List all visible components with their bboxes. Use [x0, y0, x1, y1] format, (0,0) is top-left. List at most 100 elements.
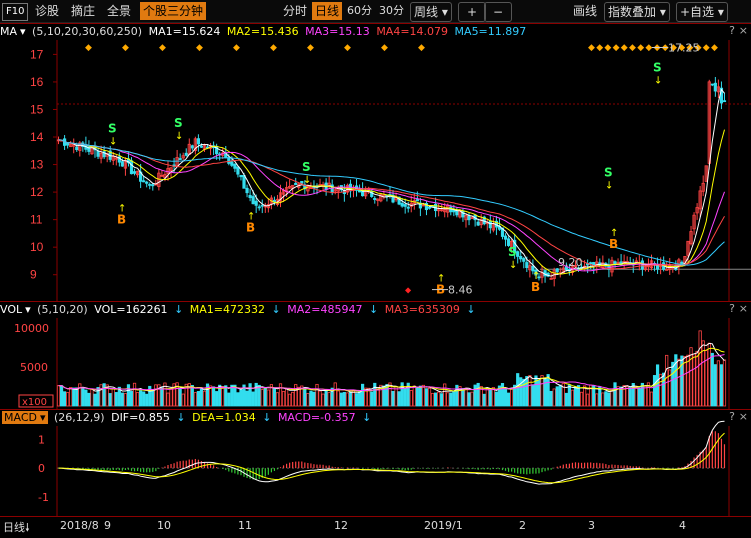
ma-indicator-dropdown[interactable]: MA ▾: [0, 25, 26, 38]
zoom-out-button[interactable]: −: [484, 2, 512, 22]
candle: [503, 235, 508, 240]
signal-marker: ◆: [122, 43, 129, 53]
volume-bar: [528, 375, 532, 407]
volume-bar: [260, 389, 264, 407]
macd-indicator-dropdown[interactable]: MACD ▾: [2, 411, 48, 424]
help-icon[interactable]: ?: [729, 24, 735, 37]
candle: [516, 251, 520, 257]
candle: [142, 180, 146, 183]
volume-bar: [126, 384, 131, 407]
volume-bar: [294, 384, 298, 407]
volume-bar: [99, 384, 103, 407]
volume-bar: [671, 361, 675, 407]
candle: [233, 163, 237, 169]
help-icon[interactable]: ?: [729, 302, 735, 315]
signal-marker: ◆: [629, 43, 636, 53]
volume-bar: [309, 390, 313, 407]
volume-bar: [467, 392, 471, 407]
signal-marker: ◆: [645, 43, 652, 53]
sell-signal-label: S: [508, 245, 517, 259]
close-icon[interactable]: ×: [739, 410, 748, 423]
zoom-in-button[interactable]: +: [458, 2, 486, 22]
volume-bar: [291, 391, 295, 407]
x-label: 10: [157, 519, 171, 532]
volume-bar: [230, 384, 234, 407]
tab-three-minute[interactable]: 个股三分钟: [140, 2, 207, 20]
f10-button[interactable]: F10: [2, 3, 29, 21]
volume-chart[interactable]: 10000 5000 x100: [0, 302, 751, 409]
arrow-down-icon: ↓: [466, 303, 476, 316]
volume-bar: [227, 392, 231, 407]
volume-bar: [628, 387, 632, 407]
volume-bar: [81, 388, 85, 407]
volume-bar: [257, 384, 261, 407]
volume-bar: [476, 382, 480, 407]
low-price-label: 8.46: [448, 284, 473, 297]
volume-bar: [63, 391, 67, 407]
candle: [713, 82, 717, 92]
price-panel[interactable]: 17 16 15 14 13 12 11 10 9 ◆ ◆ ◆ ◆ ◆ ◆ ◆ ◆ ◆ ◆ ◆ ◆ ◆ ◆ ◆ ◆ ◆ ◆ ◆ ◆ ◆ ◆ ◆…: [0, 23, 751, 301]
candlestick-chart[interactable]: 17161514131211109◆ ◆ ◆ ◆ ◆ ◆ ◆ ◆ ◆ ◆ ◆ ◆ ◆ ◆ ◆ ◆ ◆ ◆ ◆ ◆ ◆ ◆ ◆…: [0, 24, 751, 301]
index-overlay-dropdown[interactable]: 指数叠加 ▾: [604, 2, 670, 22]
volume-bar: [549, 390, 553, 407]
candle: [400, 202, 404, 207]
candle: [96, 150, 100, 157]
period-30min[interactable]: 30分: [376, 2, 407, 20]
vol-indicator-dropdown[interactable]: VOL ▾: [0, 303, 31, 316]
candle: [75, 146, 79, 151]
volume-bar: [424, 388, 429, 407]
tab-zhengu[interactable]: 诊股: [32, 2, 62, 20]
period-selector[interactable]: 日线🠗: [3, 519, 30, 538]
x-label: 12: [334, 519, 348, 532]
volume-bar: [284, 388, 289, 407]
draw-line-button[interactable]: 画线: [570, 2, 600, 20]
self-select-dropdown[interactable]: +自选 ▾: [676, 2, 728, 22]
volume-bar: [72, 387, 76, 407]
period-60min[interactable]: 60分: [344, 2, 375, 20]
help-icon[interactable]: ?: [729, 410, 735, 423]
volume-bar: [601, 392, 605, 407]
volume-bar: [665, 354, 669, 407]
volume-bar: [494, 391, 499, 407]
volume-bar: [120, 392, 124, 407]
volume-bar: [552, 388, 556, 407]
ma4-line: [58, 139, 725, 270]
volume-bar: [111, 388, 115, 407]
volume-bar: [692, 353, 696, 407]
volume-bar: [275, 392, 280, 407]
y-tick-label: 9: [30, 268, 37, 282]
buy-signal-label: B: [609, 237, 618, 251]
period-daily[interactable]: 日线: [312, 2, 343, 20]
price-level-label: 9.20: [558, 256, 583, 269]
volume-bar: [719, 364, 724, 407]
volume-bar: [446, 392, 450, 407]
macd-panel[interactable]: 1 0 -1 MACD ▾ (26,12,9) DIF=0.855 ↓ DEA=1.0…: [0, 409, 751, 516]
candle: [260, 204, 264, 207]
buy-signal-label: B: [117, 212, 126, 226]
period-week-dropdown[interactable]: 周线 ▾: [410, 2, 452, 22]
arrow-down-icon: ↓: [271, 303, 281, 316]
ma1-line: [58, 88, 725, 277]
candle: [722, 100, 727, 103]
close-icon[interactable]: ×: [739, 302, 748, 315]
close-icon[interactable]: ×: [739, 24, 748, 37]
ma1-value: MA1=15.624: [148, 25, 221, 38]
volume-bar: [327, 392, 331, 407]
volume-bar: [531, 384, 535, 407]
volume-bar: [129, 391, 134, 407]
x-label: 2019/1: [424, 519, 463, 532]
volume-bar: [318, 390, 322, 407]
ma-legend: MA ▾ (5,10,20,30,60,250) MA1=15.624 MA2=1…: [0, 24, 751, 40]
chevron-down-icon: ▾: [438, 5, 448, 19]
arrow-down-icon: ↓: [109, 136, 117, 147]
volume-bar: [595, 393, 599, 407]
candle: [129, 160, 134, 175]
volume-bar: [90, 388, 94, 407]
arrow-down-icon: ↓: [303, 175, 311, 186]
period-fenshi[interactable]: 分时: [280, 2, 310, 20]
volume-panel[interactable]: 10000 5000 x100 VOL ▾ (5,10,20) VOL=162261 …: [0, 301, 751, 409]
tab-quanjing[interactable]: 全景: [104, 2, 134, 20]
ma2-value: MA2=15.436: [226, 25, 299, 38]
volume-bar: [342, 392, 346, 407]
tab-zhaizhuang[interactable]: 摘庄: [68, 2, 98, 20]
